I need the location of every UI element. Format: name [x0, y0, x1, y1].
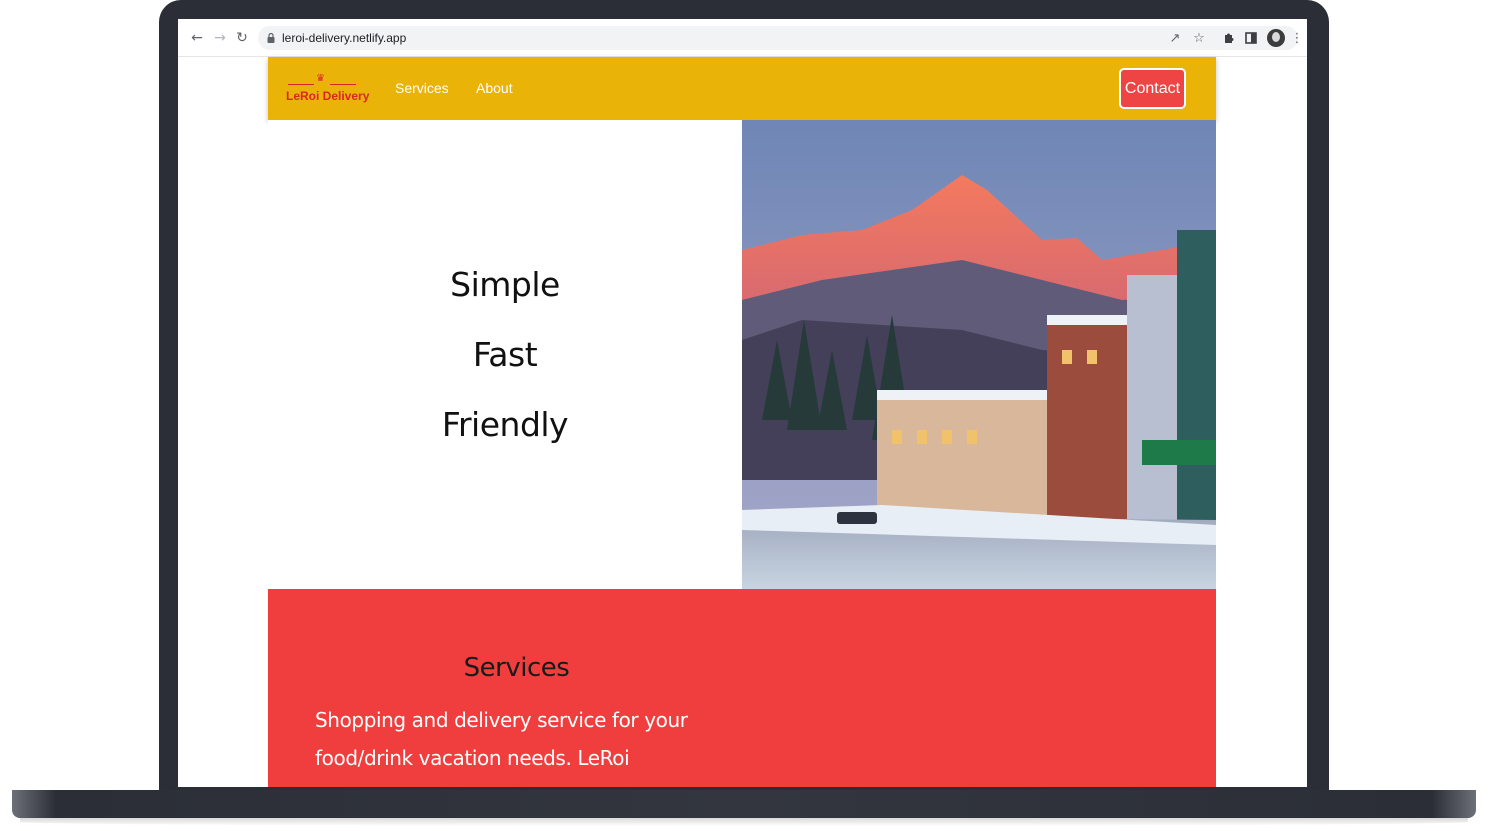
crown-icon: ♛ — [316, 73, 325, 84]
side-panel-icon[interactable] — [1242, 29, 1260, 47]
nav-link-services[interactable]: Services — [395, 80, 449, 96]
kebab-menu-icon[interactable]: ⋮ — [1291, 29, 1304, 47]
services-description: Shopping and delivery service for your f… — [315, 708, 688, 787]
star-icon[interactable]: ☆ — [1190, 29, 1208, 47]
logo[interactable]: ♛ LeRoi Delivery — [286, 73, 369, 104]
hero-image — [742, 120, 1216, 589]
laptop-base — [12, 790, 1476, 818]
lock-icon — [267, 33, 275, 43]
logo-text: LeRoi Delivery — [286, 89, 370, 103]
nav-link-about[interactable]: About — [476, 80, 513, 96]
laptop-shadow — [20, 818, 1468, 826]
services-title: Services — [463, 653, 570, 683]
profile-avatar[interactable] — [1267, 29, 1285, 47]
hero-word-friendly: Friendly — [441, 405, 569, 444]
puzzle-icon[interactable] — [1220, 29, 1238, 47]
hero-text-panel: Simple Fast Friendly — [268, 120, 742, 589]
logo-line-right — [330, 84, 356, 85]
url-text[interactable]: leroi-delivery.netlify.app — [282, 31, 406, 45]
logo-line-left — [288, 84, 314, 85]
browser-toolbar: ← → ↻ leroi-delivery.netlify.app ↗ ☆ ⋮ — [178, 19, 1307, 57]
website: ♛ LeRoi Delivery Services About Contact … — [268, 57, 1216, 787]
contact-button[interactable]: Contact — [1119, 68, 1186, 109]
hero-word-simple: Simple — [450, 265, 560, 304]
laptop-screen: ← → ↻ leroi-delivery.netlify.app ↗ ☆ ⋮ ♛… — [178, 19, 1307, 787]
hero-word-fast: Fast — [472, 335, 538, 374]
share-icon[interactable]: ↗ — [1166, 29, 1184, 47]
reload-icon[interactable]: ↻ — [233, 28, 251, 48]
address-bar[interactable] — [258, 26, 1298, 50]
back-icon[interactable]: ← — [188, 28, 206, 48]
site-navbar: ♛ LeRoi Delivery Services About Contact — [268, 57, 1216, 120]
services-section: Services Shopping and delivery service f… — [268, 589, 1216, 787]
forward-icon[interactable]: → — [211, 28, 229, 48]
